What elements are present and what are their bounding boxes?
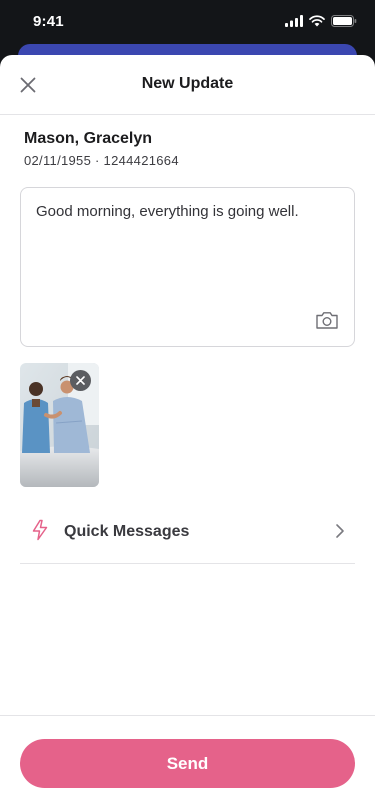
new-update-sheet: New Update Mason, Gracelyn 02/11/1955 · …: [0, 55, 375, 812]
chevron-right-icon: [336, 524, 344, 538]
quick-messages-row[interactable]: Quick Messages: [20, 507, 355, 564]
footer-divider: [0, 715, 375, 716]
patient-name: Mason, Gracelyn: [24, 130, 153, 147]
battery-icon: [331, 15, 357, 27]
send-button[interactable]: Send: [20, 739, 355, 788]
message-input[interactable]: Good morning, everything is going well.: [20, 187, 355, 347]
lightning-icon: [32, 519, 48, 541]
message-text[interactable]: Good morning, everything is going well.: [36, 202, 339, 222]
camera-button[interactable]: [315, 310, 339, 330]
status-time: 9:41: [33, 13, 64, 30]
camera-icon: [316, 312, 338, 329]
patient-info: Mason, Gracelyn 02/11/1955 · 1244421664: [24, 130, 179, 168]
quick-messages-label: Quick Messages: [64, 523, 190, 540]
close-icon: [76, 376, 85, 385]
remove-attachment-button[interactable]: [70, 370, 91, 391]
page-title: New Update: [141, 75, 234, 92]
status-icons: [285, 15, 357, 27]
wifi-icon: [309, 15, 325, 27]
cellular-signal-icon: [285, 15, 303, 27]
patient-meta: 02/11/1955 · 1244421664: [24, 153, 179, 168]
status-bar: 9:41: [0, 0, 375, 44]
sheet-header: New Update: [0, 55, 375, 115]
attachment-thumbnail[interactable]: [20, 363, 99, 487]
